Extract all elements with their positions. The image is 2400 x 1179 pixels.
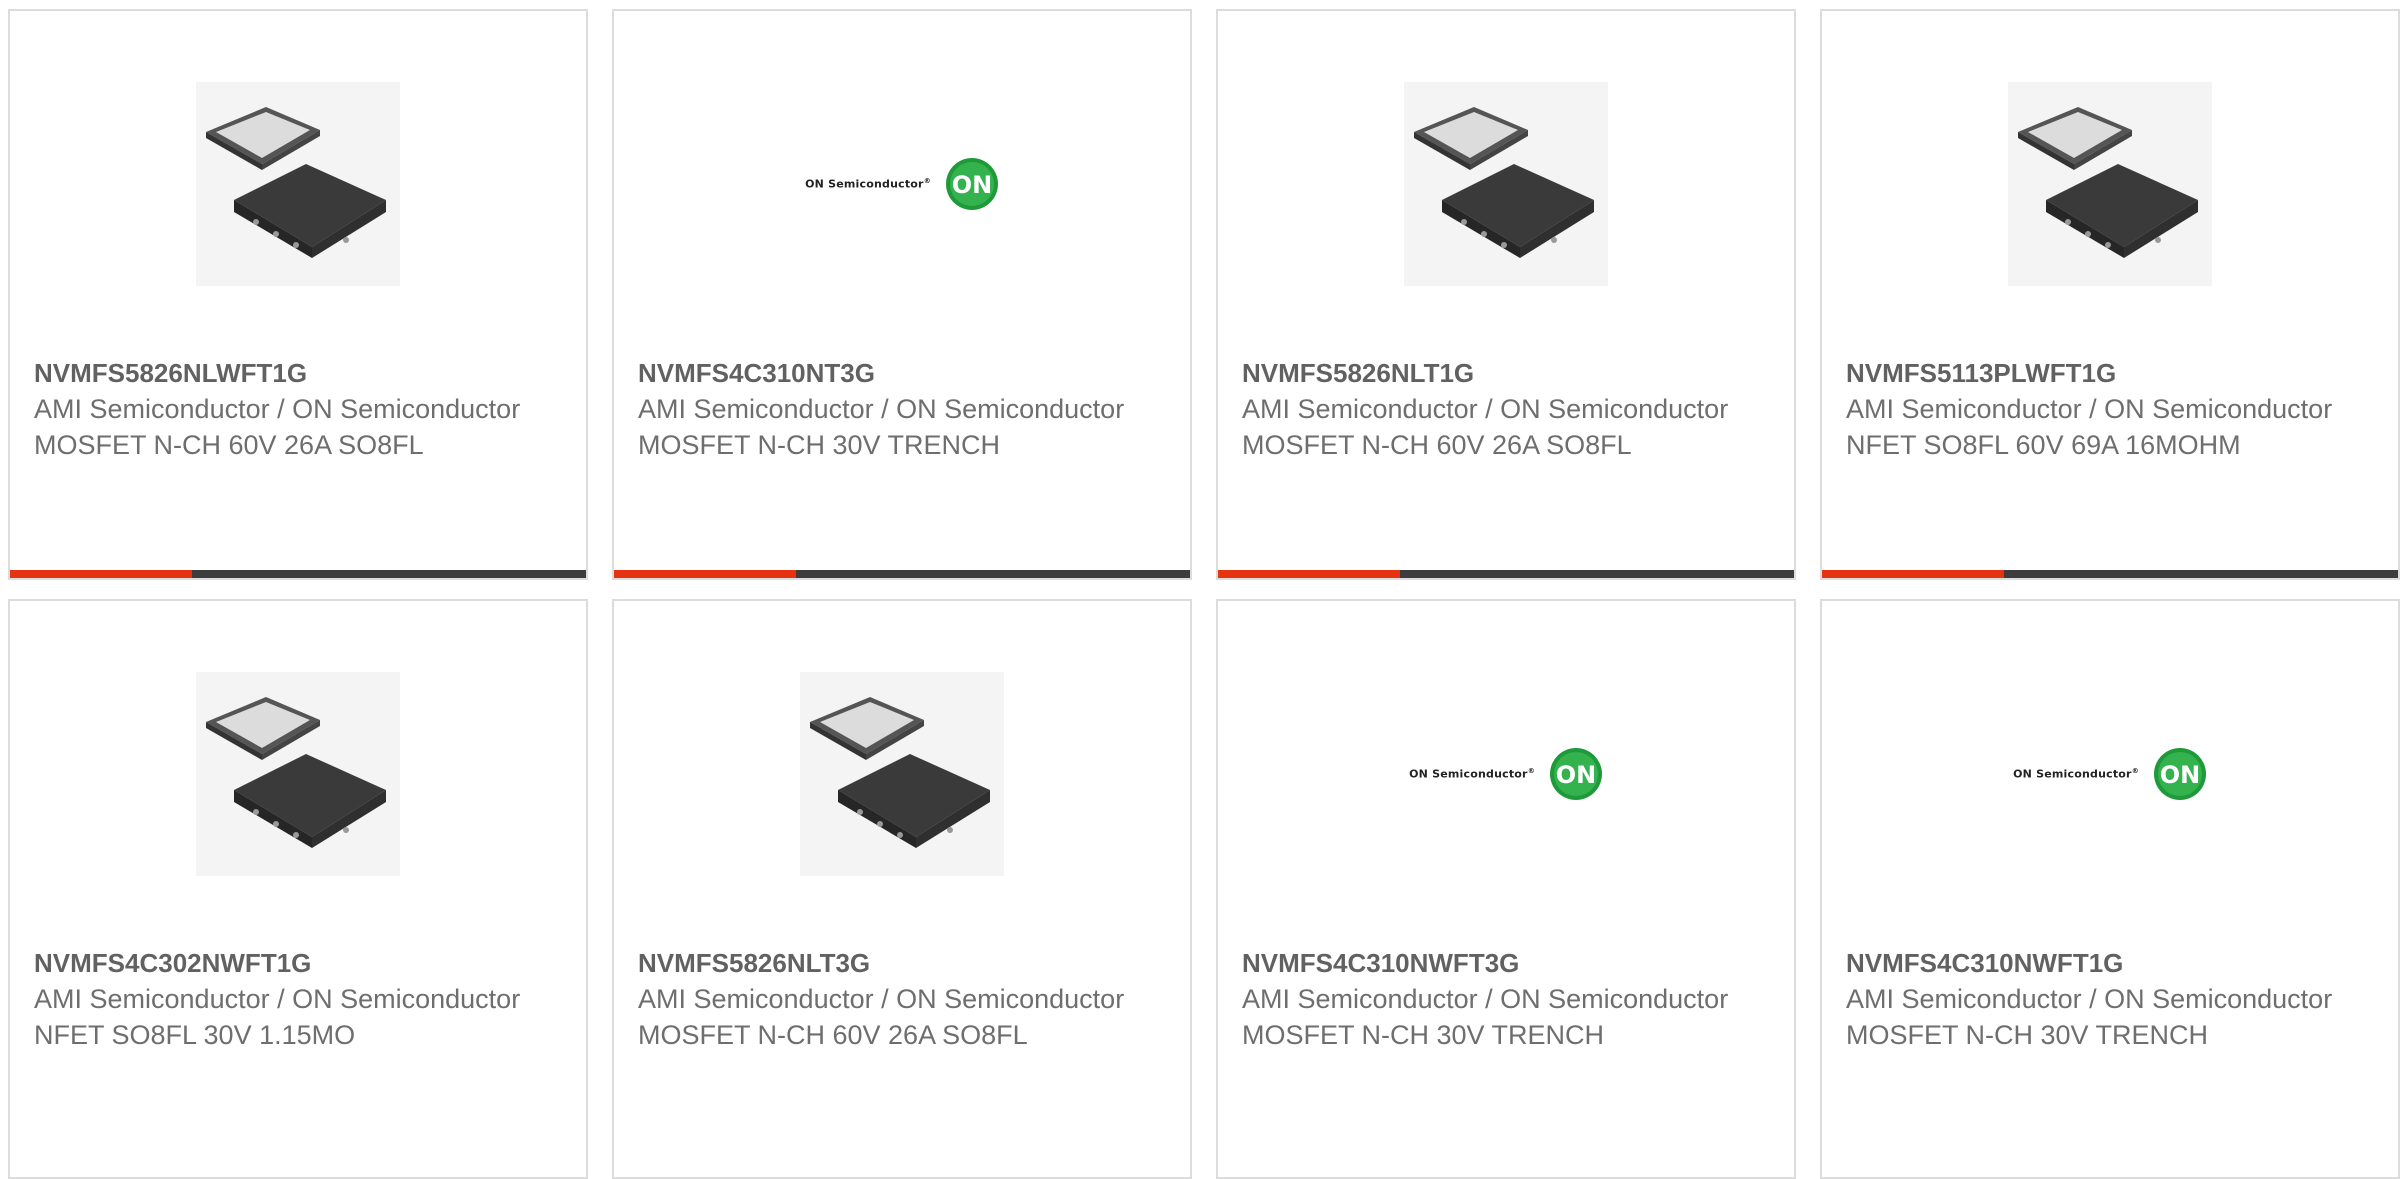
product-card[interactable]: NVMFS5826NLWFT1G AMI Semiconductor / ON … xyxy=(8,9,588,580)
product-info: NVMFS4C310NWFT3G AMI Semiconductor / ON … xyxy=(1242,945,1774,1053)
part-number-link[interactable]: NVMFS4C310NT3G xyxy=(638,355,1170,391)
mosfet-package-icon xyxy=(196,82,400,286)
part-number-link[interactable]: NVMFS4C302NWFT1G xyxy=(34,945,566,981)
logo-wordmark: ON Semiconductor® xyxy=(805,177,931,191)
manufacturer: AMI Semiconductor / ON Semiconductor xyxy=(1846,394,2333,424)
part-number-link[interactable]: NVMFS4C310NWFT3G xyxy=(1242,945,1774,981)
product-description: MOSFET N-CH 30V TRENCH xyxy=(638,430,1001,460)
product-info: NVMFS4C310NT3G AMI Semiconductor / ON Se… xyxy=(638,355,1170,463)
logo-wordmark: ON Semiconductor® xyxy=(1409,767,1535,781)
product-info: NVMFS5826NLT1G AMI Semiconductor / ON Se… xyxy=(1242,355,1774,463)
accent-bar xyxy=(1218,570,1400,578)
svg-text:ON: ON xyxy=(2160,761,2201,789)
product-card[interactable]: NVMFS5113PLWFT1G AMI Semiconductor / ON … xyxy=(1820,9,2400,580)
product-image: ON Semiconductor® ON xyxy=(1822,669,2398,879)
product-description: MOSFET N-CH 30V TRENCH xyxy=(1846,1020,2209,1050)
on-logo-icon: ON xyxy=(1549,748,1602,800)
on-semiconductor-logo: ON Semiconductor® ON xyxy=(1409,747,1603,801)
card-footer-bar xyxy=(10,570,586,578)
part-number-link[interactable]: NVMFS5826NLT1G xyxy=(1242,355,1774,391)
part-number-link[interactable]: NVMFS4C310NWFT1G xyxy=(1846,945,2378,981)
product-description: MOSFET N-CH 60V 26A SO8FL xyxy=(1242,430,1632,460)
accent-bar xyxy=(614,570,796,578)
part-number-link[interactable]: NVMFS5113PLWFT1G xyxy=(1846,355,2378,391)
mosfet-package-icon xyxy=(2008,82,2212,286)
accent-bar xyxy=(1822,570,2004,578)
product-description: NFET SO8FL 30V 1.15MO xyxy=(34,1020,356,1050)
product-info: NVMFS5826NLT3G AMI Semiconductor / ON Se… xyxy=(638,945,1170,1053)
svg-text:ON: ON xyxy=(1556,761,1597,789)
logo-wordmark: ON Semiconductor® xyxy=(2013,767,2139,781)
manufacturer: AMI Semiconductor / ON Semiconductor xyxy=(1242,984,1729,1014)
product-card[interactable]: ON Semiconductor® ON NVMFS4C310NT3G AMI … xyxy=(612,9,1192,580)
product-card[interactable]: ON Semiconductor® ON NVMFS4C310NWFT1G AM… xyxy=(1820,599,2400,1179)
product-description: MOSFET N-CH 60V 26A SO8FL xyxy=(638,1020,1028,1050)
product-info: NVMFS5113PLWFT1G AMI Semiconductor / ON … xyxy=(1846,355,2378,463)
card-footer-bar xyxy=(614,570,1190,578)
product-info: NVMFS4C310NWFT1G AMI Semiconductor / ON … xyxy=(1846,945,2378,1053)
on-logo-icon: ON xyxy=(2153,748,2206,800)
svg-text:ON: ON xyxy=(952,171,993,199)
mosfet-package-icon xyxy=(196,672,400,876)
part-number-link[interactable]: NVMFS5826NLWFT1G xyxy=(34,355,566,391)
on-semiconductor-logo: ON Semiconductor® ON xyxy=(2013,747,2207,801)
part-number-link[interactable]: NVMFS5826NLT3G xyxy=(638,945,1170,981)
product-card[interactable]: NVMFS4C302NWFT1G AMI Semiconductor / ON … xyxy=(8,599,588,1179)
product-card[interactable]: ON Semiconductor® ON NVMFS4C310NWFT3G AM… xyxy=(1216,599,1796,1179)
product-image: ON Semiconductor® ON xyxy=(614,79,1190,289)
product-description: MOSFET N-CH 30V TRENCH xyxy=(1242,1020,1605,1050)
product-grid: NVMFS5826NLWFT1G AMI Semiconductor / ON … xyxy=(0,0,2400,1179)
product-description: NFET SO8FL 60V 69A 16MOHM xyxy=(1846,430,2241,460)
product-image xyxy=(1218,79,1794,289)
manufacturer: AMI Semiconductor / ON Semiconductor xyxy=(638,984,1125,1014)
product-card[interactable]: NVMFS5826NLT1G AMI Semiconductor / ON Se… xyxy=(1216,9,1796,580)
manufacturer: AMI Semiconductor / ON Semiconductor xyxy=(34,984,521,1014)
manufacturer: AMI Semiconductor / ON Semiconductor xyxy=(34,394,521,424)
card-footer-bar xyxy=(1822,570,2398,578)
mosfet-package-icon xyxy=(800,672,1004,876)
product-description: MOSFET N-CH 60V 26A SO8FL xyxy=(34,430,424,460)
on-logo-icon: ON xyxy=(945,158,998,210)
manufacturer: AMI Semiconductor / ON Semiconductor xyxy=(638,394,1125,424)
product-image xyxy=(10,79,586,289)
product-card[interactable]: NVMFS5826NLT3G AMI Semiconductor / ON Se… xyxy=(612,599,1192,1179)
product-image xyxy=(614,669,1190,879)
card-footer-bar xyxy=(1218,570,1794,578)
product-info: NVMFS4C302NWFT1G AMI Semiconductor / ON … xyxy=(34,945,566,1053)
accent-bar xyxy=(10,570,192,578)
manufacturer: AMI Semiconductor / ON Semiconductor xyxy=(1846,984,2333,1014)
product-image xyxy=(10,669,586,879)
product-image: ON Semiconductor® ON xyxy=(1218,669,1794,879)
on-semiconductor-logo: ON Semiconductor® ON xyxy=(805,157,999,211)
manufacturer: AMI Semiconductor / ON Semiconductor xyxy=(1242,394,1729,424)
mosfet-package-icon xyxy=(1404,82,1608,286)
product-image xyxy=(1822,79,2398,289)
product-info: NVMFS5826NLWFT1G AMI Semiconductor / ON … xyxy=(34,355,566,463)
